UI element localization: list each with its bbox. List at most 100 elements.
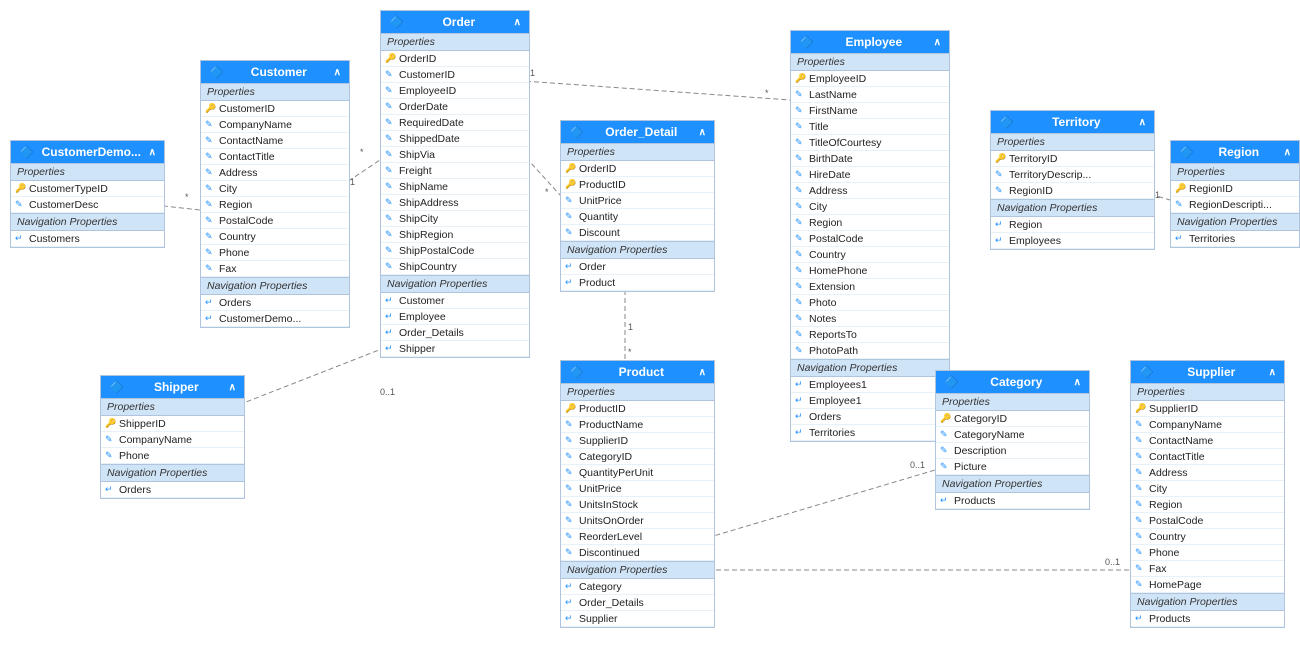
edit-sup5: ✎ [1135,483,1143,494]
expand-territory[interactable]: ∧ [1139,117,1146,128]
svg-text:*: * [765,88,769,98]
entity-territory: 🔷 Territory ∧ Properties 🔑TerritoryID ✎T… [990,110,1155,250]
edit-e7: ✎ [795,185,803,196]
edit-e4: ✎ [795,137,803,148]
section-props-orderDetail: Properties [561,143,714,161]
expand-region[interactable]: ∧ [1284,147,1291,158]
entity-header-customerDemo: 🔷 CustomerDemo... ∧ [11,141,164,163]
nav-sh1: ↵ [105,484,113,495]
entity-header-supplier: 🔷 Supplier ∧ [1131,361,1284,383]
field-CustomerID: 🔑CustomerID [201,101,349,117]
field-Freight: ✎Freight [381,163,529,179]
expand-employee[interactable]: ∧ [934,37,941,48]
edit-sh2: ✎ [105,450,113,461]
edit-e9: ✎ [795,217,803,228]
edit-e11: ✎ [795,249,803,260]
nav-t1: ↵ [995,219,1003,230]
expand-shipper[interactable]: ∧ [229,382,236,393]
entity-customerDemo: 🔷 CustomerDemo... ∧ Properties 🔑Customer… [10,140,165,248]
section-props-employee: Properties [791,53,949,71]
key-icon-od1: 🔑 [565,163,576,174]
entity-title-product: Product [619,365,664,379]
entity-category: 🔷 Category ∧ Properties 🔑CategoryID ✎Cat… [935,370,1090,510]
field-Orders-sh-nav: ↵Orders [101,482,244,498]
edit-t2: ✎ [995,185,1003,196]
nav-t2: ↵ [995,235,1003,246]
edit-p8: ✎ [565,531,573,542]
entity-icon-shipper: 🔷 [109,380,124,394]
edit-o4: ✎ [385,117,393,128]
nav-o4: ↵ [385,343,393,354]
entity-employee: 🔷 Employee ∧ Properties 🔑EmployeeID ✎Las… [790,30,950,442]
edit-cat1: ✎ [940,429,948,440]
key-icon-p: 🔑 [565,403,576,414]
field-RegionID: 🔑RegionID [1171,181,1299,197]
entity-header-orderDetail: 🔷 Order_Detail ∧ [561,121,714,143]
nav-cat1: ↵ [940,495,948,506]
key-icon-o: 🔑 [385,53,396,64]
field-RequiredDate: ✎RequiredDate [381,115,529,131]
field-CompanyName-sh: ✎CompanyName [101,432,244,448]
field-PostalCode-c: ✎PostalCode [201,213,349,229]
field-ShipRegion: ✎ShipRegion [381,227,529,243]
field-QuantityPerUnit: ✎QuantityPerUnit [561,465,714,481]
svg-text:0..1: 0..1 [910,460,925,470]
edit-e16: ✎ [795,329,803,340]
nav-p1: ↵ [565,581,573,592]
field-ShipPostalCode: ✎ShipPostalCode [381,243,529,259]
nav-r1: ↵ [1175,233,1183,244]
section-props-customer: Properties [201,83,349,101]
section-props-region: Properties [1171,163,1299,181]
expand-customerDemo[interactable]: ∧ [149,147,156,158]
edit-p2: ✎ [565,435,573,446]
section-props-category: Properties [936,393,1089,411]
expand-category[interactable]: ∧ [1074,377,1081,388]
expand-order[interactable]: ∧ [514,17,521,28]
field-Photo: ✎Photo [791,295,949,311]
section-nav-category: Navigation Properties [936,475,1089,493]
entity-title-order: Order [442,15,475,29]
edit-o8: ✎ [385,181,393,192]
expand-product[interactable]: ∧ [699,367,706,378]
entity-title-customer: Customer [251,65,307,79]
field-Quantity-od: ✎Quantity [561,209,714,225]
edit-sup6: ✎ [1135,499,1143,510]
section-props-shipper: Properties [101,398,244,416]
field-ShipCity: ✎ShipCity [381,211,529,227]
field-Description-cat: ✎Description [936,443,1089,459]
field-Extension: ✎Extension [791,279,949,295]
field-Region-sup: ✎Region [1131,497,1284,513]
field-OrderDate: ✎OrderDate [381,99,529,115]
entity-region: 🔷 Region ∧ Properties 🔑RegionID ✎RegionD… [1170,140,1300,248]
edit-icon-c2: ✎ [205,135,213,146]
field-TerritoryID: 🔑TerritoryID [991,151,1154,167]
field-Employees-t-nav: ↵Employees [991,233,1154,249]
entity-icon-territory: 🔷 [999,115,1014,129]
expand-customer[interactable]: ∧ [334,67,341,78]
edit-e10: ✎ [795,233,803,244]
nav-o2: ↵ [385,311,393,322]
edit-icon: ✎ [15,199,23,210]
field-Address-sup: ✎Address [1131,465,1284,481]
field-Country-c: ✎Country [201,229,349,245]
expand-supplier[interactable]: ∧ [1269,367,1276,378]
nav-od1: ↵ [565,261,573,272]
nav-icon-c1: ↵ [205,297,213,308]
entity-icon-region: 🔷 [1179,145,1194,159]
edit-cat2: ✎ [940,445,948,456]
expand-orderDetail[interactable]: ∧ [699,127,706,138]
entity-orderDetail: 🔷 Order_Detail ∧ Properties 🔑OrderID 🔑Pr… [560,120,715,292]
edit-t1: ✎ [995,169,1003,180]
field-TerritoryDescrip: ✎TerritoryDescrip... [991,167,1154,183]
edit-icon-c10: ✎ [205,263,213,274]
section-props-product: Properties [561,383,714,401]
field-RegionID-t: ✎RegionID [991,183,1154,199]
field-Shipper-o-nav: ↵Shipper [381,341,529,357]
field-CategoryName: ✎CategoryName [936,427,1089,443]
field-Supplier-p-nav: ↵Supplier [561,611,714,627]
edit-e14: ✎ [795,297,803,308]
field-CustomerDesc: ✎CustomerDesc [11,197,164,213]
edit-sup10: ✎ [1135,563,1143,574]
nav-e3: ↵ [795,411,803,422]
edit-icon-c4: ✎ [205,167,213,178]
